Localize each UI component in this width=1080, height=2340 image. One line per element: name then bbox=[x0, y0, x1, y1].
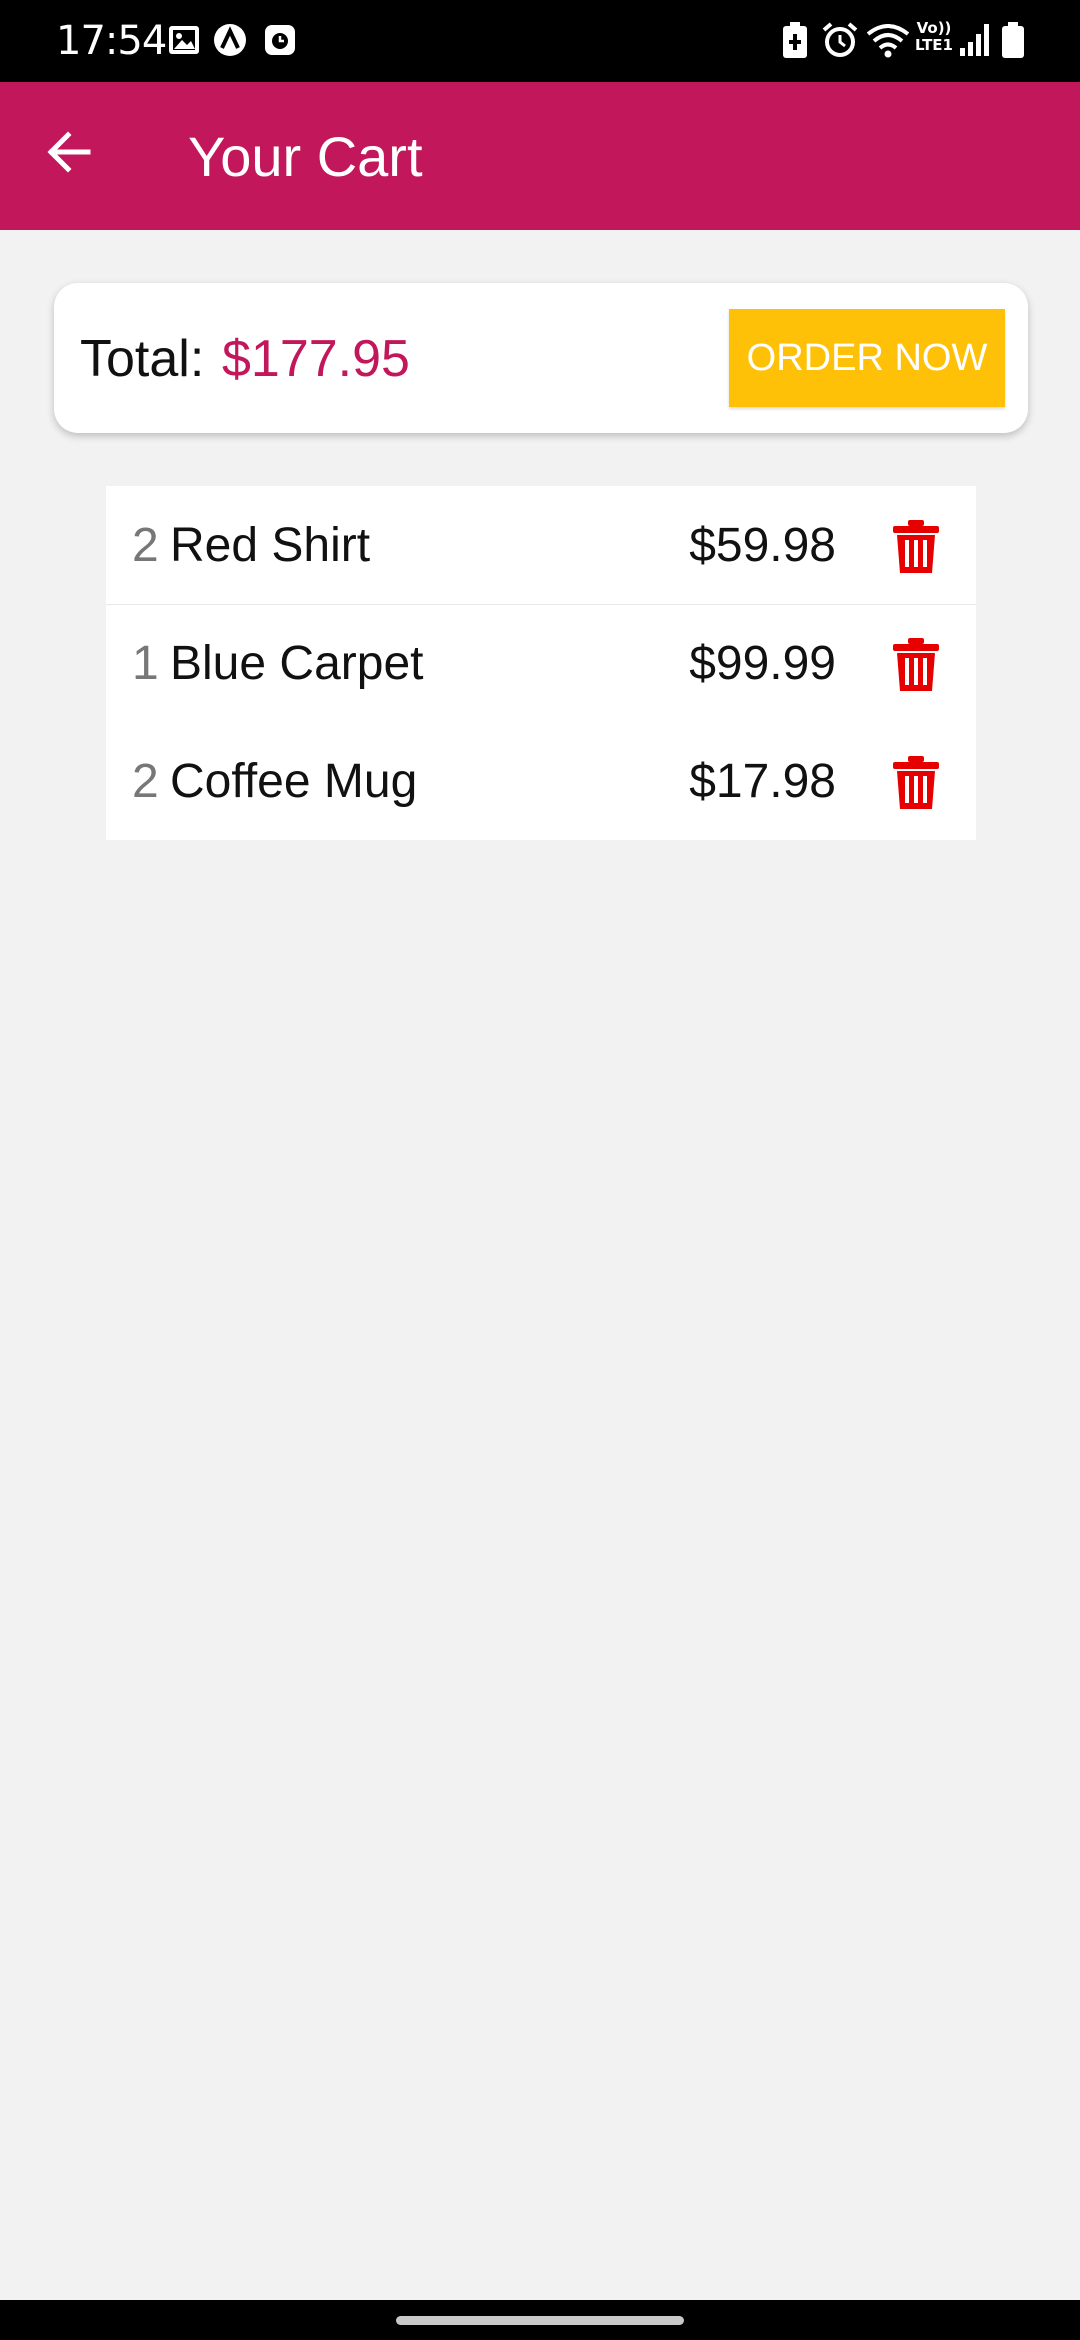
wifi-icon bbox=[866, 24, 910, 58]
app-bar: Your Cart bbox=[0, 82, 1080, 230]
item-quantity: 2 bbox=[132, 755, 159, 808]
total-label: Total: bbox=[80, 330, 205, 388]
page-title: Your Cart bbox=[188, 125, 423, 188]
volte-lte-icon: Vo)) LTE1 bbox=[915, 19, 953, 54]
total-card: Total: $177.95 ORDER NOW bbox=[54, 283, 1028, 433]
battery-saver-icon bbox=[783, 22, 807, 58]
app-icon bbox=[214, 24, 246, 56]
cart-item: 2 Coffee Mug $17.98 bbox=[106, 722, 976, 840]
cart-item: 2 Red Shirt $59.98 bbox=[106, 486, 976, 605]
trash-icon[interactable] bbox=[890, 518, 942, 576]
status-bar: 17:54 Vo)) LTE1 bbox=[0, 0, 1080, 82]
battery-icon bbox=[1002, 22, 1024, 58]
image-icon bbox=[169, 26, 199, 54]
trash-icon[interactable] bbox=[890, 636, 942, 694]
status-time: 17:54 bbox=[56, 18, 167, 64]
home-indicator[interactable] bbox=[396, 2316, 684, 2325]
item-name: Blue Carpet bbox=[170, 637, 424, 690]
trash-icon[interactable] bbox=[890, 754, 942, 812]
cart-item: 1 Blue Carpet $99.99 bbox=[106, 604, 976, 722]
item-price: $17.98 bbox=[689, 755, 836, 808]
signal-icon bbox=[960, 24, 989, 56]
item-price: $99.99 bbox=[689, 637, 836, 690]
clock-badge-icon bbox=[265, 25, 295, 55]
system-nav-bar bbox=[0, 2300, 1080, 2340]
back-arrow-icon[interactable] bbox=[38, 120, 102, 184]
item-price: $59.98 bbox=[689, 519, 836, 572]
item-name: Red Shirt bbox=[170, 519, 371, 572]
item-quantity: 2 bbox=[132, 519, 159, 572]
alarm-icon bbox=[822, 22, 858, 57]
cart-item-list: 2 Red Shirt $59.98 1 Blue Carpet $99.99 … bbox=[106, 486, 976, 840]
item-quantity: 1 bbox=[132, 637, 159, 690]
order-now-button[interactable]: ORDER NOW bbox=[729, 309, 1005, 407]
total-amount: $177.95 bbox=[222, 330, 410, 388]
item-name: Coffee Mug bbox=[170, 755, 418, 808]
